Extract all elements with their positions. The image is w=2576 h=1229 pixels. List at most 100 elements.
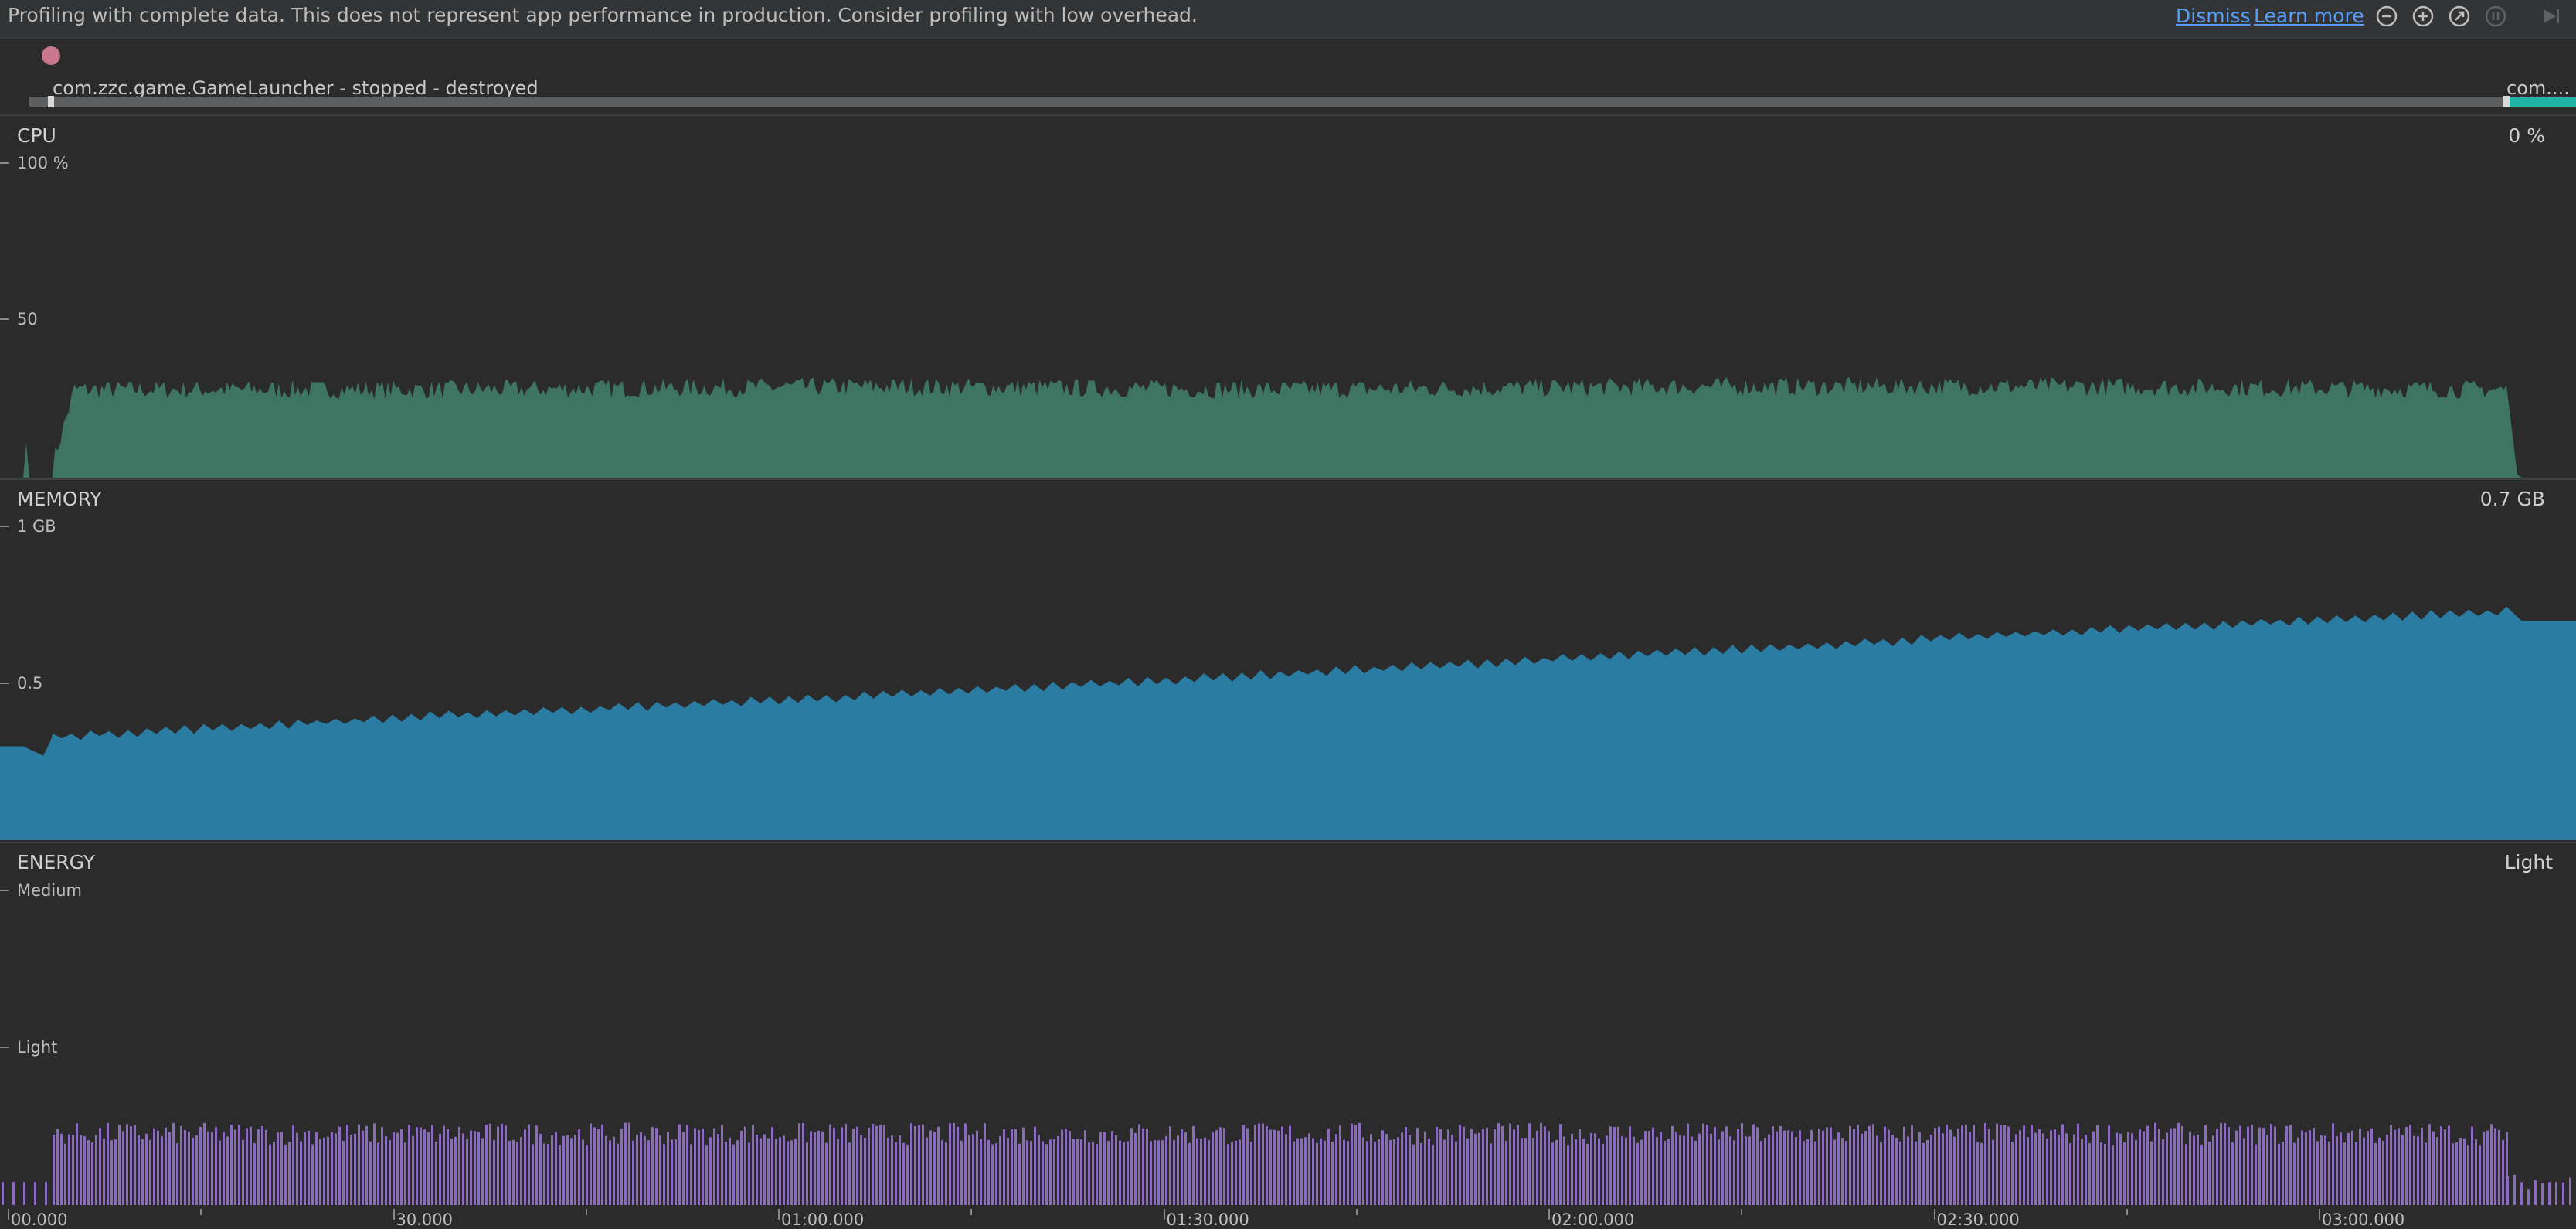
energy-bar — [790, 1140, 793, 1205]
energy-bar — [122, 1131, 124, 1205]
energy-bar — [2336, 1136, 2338, 1205]
energy-bar — [2143, 1131, 2145, 1205]
energy-bar — [454, 1136, 457, 1205]
energy-bar — [883, 1125, 885, 1205]
energy-bar — [605, 1135, 607, 1205]
energy-bar — [872, 1123, 874, 1205]
energy-bar — [1061, 1129, 1063, 1205]
jump-to-live-icon[interactable] — [2537, 3, 2564, 29]
reset-zoom-icon[interactable] — [2446, 3, 2472, 29]
energy-bar — [2000, 1125, 2002, 1205]
memory-chart[interactable] — [0, 480, 2576, 842]
energy-bar — [2216, 1129, 2218, 1205]
energy-bar — [682, 1132, 685, 1205]
energy-bar — [505, 1125, 507, 1205]
energy-bar — [2347, 1133, 2350, 1205]
energy-bar — [1327, 1129, 1330, 1205]
energy-bar — [1181, 1129, 1183, 1205]
session-start-marker[interactable] — [48, 96, 54, 107]
energy-bar — [1625, 1137, 1627, 1205]
energy-bar — [2455, 1142, 2458, 1205]
energy-bar — [1358, 1122, 1361, 1205]
cpu-chart[interactable] — [0, 116, 2576, 479]
energy-bar — [2108, 1125, 2110, 1205]
energy-bar — [937, 1126, 940, 1205]
energy-bar — [2046, 1138, 2048, 1205]
energy-bar — [1598, 1138, 1600, 1205]
energy-bar — [1922, 1142, 1925, 1205]
energy-bar — [2282, 1142, 2284, 1205]
energy-bar — [1235, 1140, 1237, 1205]
energy-bar — [667, 1131, 669, 1205]
time-axis-label: 02:00.000 — [1551, 1210, 1635, 1229]
zoom-out-icon[interactable] — [2374, 3, 2400, 29]
energy-bar — [130, 1126, 132, 1205]
energy-bar — [535, 1125, 538, 1205]
zoom-in-icon[interactable] — [2410, 3, 2436, 29]
energy-bar — [1803, 1141, 1805, 1205]
energy-bar — [2204, 1125, 2207, 1205]
energy-bar — [1474, 1133, 1477, 1205]
energy-bar — [2309, 1130, 2311, 1205]
energy-bar — [644, 1135, 646, 1205]
energy-bar — [358, 1124, 360, 1205]
session-end-marker[interactable] — [2503, 96, 2510, 107]
energy-bar — [1420, 1142, 1422, 1205]
energy-bar — [520, 1137, 522, 1205]
energy-bar — [1841, 1138, 1844, 1205]
energy-bar — [1698, 1133, 1701, 1205]
energy-chart[interactable] — [0, 843, 2576, 1205]
energy-bar — [995, 1143, 997, 1205]
energy-bar — [1424, 1131, 1426, 1205]
energy-bar — [2486, 1130, 2489, 1205]
energy-bar — [1115, 1135, 1117, 1205]
energy-bar — [1246, 1128, 1249, 1205]
energy-bar — [1393, 1139, 1395, 1205]
energy-bar — [1289, 1125, 1291, 1205]
energy-bar — [566, 1135, 569, 1205]
dismiss-link[interactable]: Dismiss — [2176, 5, 2251, 27]
energy-bar — [1277, 1130, 1280, 1205]
energy-bar — [1123, 1142, 1125, 1205]
learn-more-link[interactable]: Learn more — [2254, 5, 2364, 27]
energy-bar — [2266, 1135, 2268, 1205]
energy-bar — [1486, 1127, 1488, 1205]
energy-bar — [1551, 1142, 1554, 1205]
energy-bar — [2301, 1130, 2303, 1205]
energy-bar — [2305, 1132, 2307, 1205]
time-axis-tick — [393, 1209, 395, 1220]
energy-bar — [1300, 1138, 1303, 1205]
energy-bar — [1949, 1129, 1952, 1205]
energy-bar — [1741, 1122, 1743, 1205]
energy-bar — [2247, 1126, 2249, 1205]
energy-bar — [2428, 1124, 2431, 1205]
energy-bar — [2258, 1127, 2261, 1205]
energy-bar — [1845, 1141, 1847, 1205]
energy-bar — [547, 1143, 549, 1205]
energy-bar — [2015, 1134, 2017, 1205]
energy-bar — [2054, 1129, 2056, 1205]
energy-bar — [211, 1132, 213, 1205]
energy-bar — [1891, 1135, 1894, 1205]
energy-bar — [1200, 1139, 1202, 1205]
energy-bar — [613, 1136, 615, 1205]
energy-bar — [1973, 1125, 1975, 1205]
energy-bar — [1768, 1134, 1770, 1205]
energy-bar — [628, 1122, 630, 1205]
session-range-bar[interactable] — [29, 97, 2576, 107]
energy-bar — [829, 1124, 831, 1205]
energy-bar — [601, 1124, 603, 1205]
energy-bar — [292, 1125, 294, 1205]
energy-bar — [787, 1141, 789, 1205]
energy-bar — [543, 1143, 545, 1205]
energy-bar — [1675, 1132, 1677, 1205]
energy-bar — [1528, 1123, 1531, 1205]
energy-bar — [929, 1130, 932, 1205]
energy-bar — [574, 1135, 576, 1205]
energy-bar — [389, 1140, 391, 1205]
pause-icon[interactable] — [2483, 3, 2509, 29]
energy-bar — [814, 1132, 816, 1205]
session-active-range[interactable] — [2506, 97, 2576, 107]
energy-bar — [1030, 1140, 1032, 1205]
time-axis-tick — [1933, 1209, 1935, 1220]
